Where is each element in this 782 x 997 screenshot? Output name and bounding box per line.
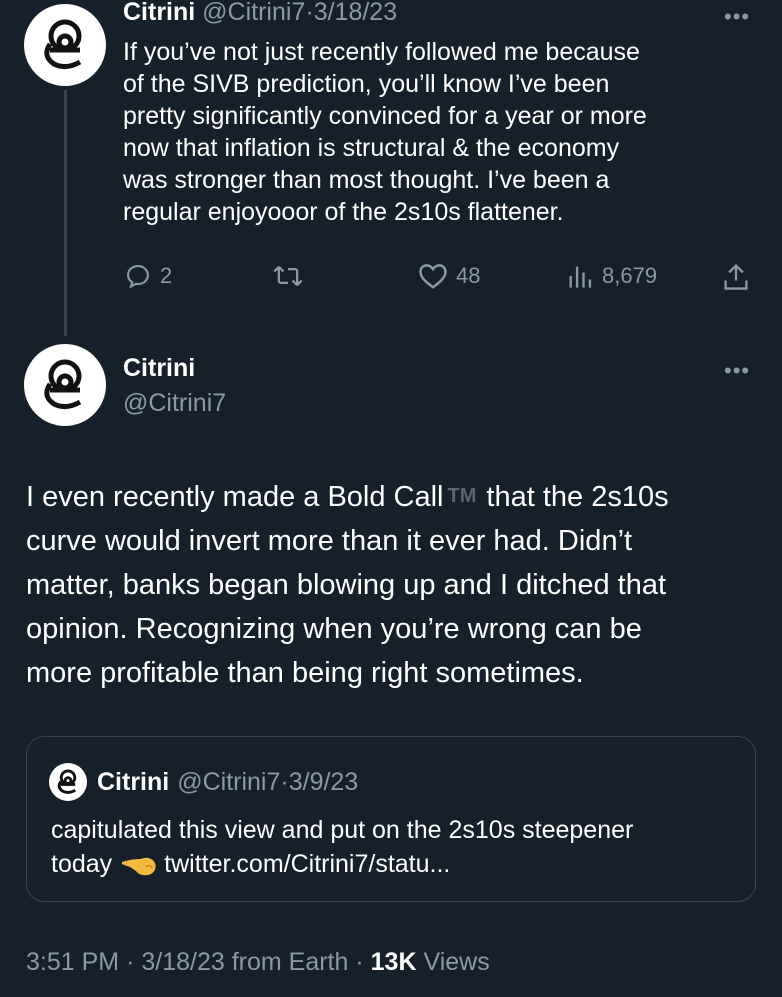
- quoted-tweet-card[interactable]: Citrini @Citrini7 · 3/9/23 capitulated thi…: [26, 736, 756, 902]
- author-name[interactable]: Citrini: [123, 0, 195, 26]
- views-count: 8,679: [602, 263, 658, 288]
- author-handle[interactable]: @Citrini7: [123, 389, 226, 418]
- separator: ·: [305, 0, 314, 26]
- quoted-tweet-header: Citrini @Citrini7 · 3/9/23: [49, 763, 358, 801]
- author-handle[interactable]: @Citrini7: [202, 0, 305, 26]
- quoted-avatar: [49, 763, 87, 801]
- author-name[interactable]: Citrini: [123, 354, 195, 383]
- tweet-text-part1: I even recently made a Bold Call: [26, 481, 444, 513]
- tweet-time[interactable]: 3:51 PM: [26, 948, 119, 976]
- separator: ·: [355, 948, 364, 976]
- tweet-date-source[interactable]: 3/18/23 from Earth: [141, 948, 348, 976]
- quoted-tweet-date: 3/9/23: [288, 767, 359, 796]
- quoted-text-today: today: [51, 850, 113, 878]
- trademark-mark: TM: [447, 485, 477, 507]
- share-button[interactable]: [722, 262, 750, 292]
- reply-icon: [127, 265, 149, 289]
- retweet-button[interactable]: [272, 262, 304, 290]
- like-count: 48: [456, 263, 481, 288]
- citrini-logo-icon: [44, 19, 82, 70]
- quoted-author-name: Citrini: [97, 767, 170, 796]
- citrini-logo-icon: [44, 359, 82, 410]
- reply-button[interactable]: 2: [124, 262, 172, 290]
- quoted-text-line2: today twitter.com/Citrini7/statu...: [51, 847, 741, 881]
- like-button[interactable]: 48: [418, 262, 480, 290]
- more-options-icon[interactable]: •••: [724, 6, 750, 28]
- heart-icon: [419, 264, 447, 289]
- tweet-date[interactable]: 3/18/23: [314, 0, 397, 26]
- views-total: 13K: [370, 948, 417, 976]
- quoted-link[interactable]: twitter.com/Citrini7/statu...: [164, 847, 450, 881]
- quoted-author-handle: @Citrini7: [177, 767, 281, 796]
- quoted-tweet-text: capitulated this view and put on the 2s1…: [51, 813, 741, 881]
- thread-connector-line: [64, 90, 67, 336]
- retweet-icon: [273, 266, 303, 286]
- views-label: Views: [423, 948, 490, 976]
- tweet-text: I even recently made a Bold Call TM that t…: [26, 474, 756, 695]
- avatar[interactable]: [24, 4, 106, 86]
- tweet-text: If you’ve not just recently followed me …: [123, 38, 647, 226]
- quoted-text-line1: capitulated this view and put on the 2s1…: [51, 816, 634, 844]
- tweet-metadata: 3:51 PM · 3/18/23 from Earth · 13K Views: [26, 948, 490, 977]
- views-button[interactable]: 8,679: [566, 262, 657, 290]
- more-options-icon[interactable]: •••: [724, 360, 750, 382]
- separator: ·: [126, 948, 135, 976]
- separator: ·: [280, 767, 289, 796]
- views-chart-icon: [569, 266, 592, 288]
- pointing-hand-emoji-icon: [122, 857, 156, 876]
- avatar[interactable]: [24, 344, 106, 426]
- tweet1-header: Citrini @Citrini7·3/18/23: [123, 0, 397, 27]
- share-icon: [724, 263, 748, 290]
- citrini-logo-icon: [57, 769, 77, 794]
- reply-count: 2: [160, 263, 173, 288]
